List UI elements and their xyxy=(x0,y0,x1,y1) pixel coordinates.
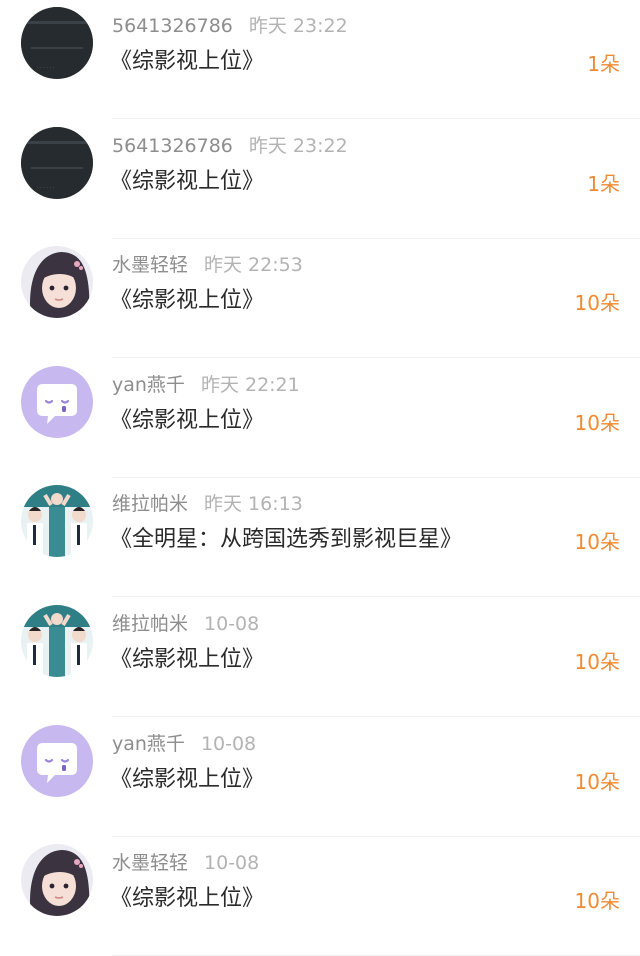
timestamp: 昨天 22:21 xyxy=(200,373,300,396)
book-title[interactable]: 《综影视上位》 xyxy=(110,406,264,436)
gift-record-row[interactable]: yan燕千 10-08 《综影视上位》 10朵 xyxy=(0,718,640,837)
user-name[interactable]: 维拉帕米 xyxy=(112,493,188,515)
book-title[interactable]: 《全明星：从跨国选秀到影视巨星》 xyxy=(110,525,462,555)
flower-count: 10朵 xyxy=(574,291,620,316)
avatar[interactable] xyxy=(21,844,93,917)
book-title[interactable]: 《综影视上位》 xyxy=(110,884,264,914)
flower-count: 10朵 xyxy=(574,889,620,914)
record-meta: yan燕千 10-08 xyxy=(112,731,256,757)
record-meta: yan燕千 昨天 22:21 xyxy=(112,372,300,398)
book-title[interactable]: 《综影视上位》 xyxy=(110,167,264,197)
timestamp: 10-08 xyxy=(204,852,260,875)
user-name[interactable]: 水墨轻轻 xyxy=(112,852,188,874)
flower-count: 10朵 xyxy=(574,769,620,794)
user-name[interactable]: yan燕千 xyxy=(112,733,185,755)
avatar[interactable] xyxy=(21,724,93,797)
avatar[interactable]: · · · · · · xyxy=(21,126,93,199)
avatar[interactable]: · · · · · · xyxy=(21,7,93,79)
gift-record-row[interactable]: · · · · · · 5641326786 昨天 23:22 《综影视上位》 1… xyxy=(0,0,640,119)
gift-record-row[interactable]: 水墨轻轻 10-08 《综影视上位》 10朵 xyxy=(0,837,640,956)
record-meta: 维拉帕米 10-08 xyxy=(112,611,259,637)
gift-record-row[interactable]: yan燕千 昨天 22:21 《综影视上位》 10朵 xyxy=(0,359,640,478)
gift-record-row[interactable]: 维拉帕米 昨天 16:13 《全明星：从跨国选秀到影视巨星》 10朵 xyxy=(0,478,640,598)
timestamp: 昨天 23:22 xyxy=(248,134,348,157)
record-meta: 5641326786 昨天 23:22 xyxy=(112,133,348,159)
flower-count: 1朵 xyxy=(587,171,620,196)
svg-text:· · · · · ·: · · · · · · xyxy=(37,185,55,191)
gift-record-row[interactable]: · · · · · · 5641326786 昨天 23:22 《综影视上位》 1… xyxy=(0,120,640,239)
record-meta: 水墨轻轻 10-08 xyxy=(112,850,259,876)
flower-count: 10朵 xyxy=(574,650,620,674)
svg-text:· · · · · ·: · · · · · · xyxy=(37,65,55,71)
book-title[interactable]: 《综影视上位》 xyxy=(110,47,264,77)
record-meta: 5641326786 昨天 23:22 xyxy=(112,13,348,39)
avatar[interactable] xyxy=(21,246,93,319)
record-meta: 水墨轻轻 昨天 22:53 xyxy=(112,252,303,278)
timestamp: 昨天 22:53 xyxy=(204,254,303,277)
gift-record-list: · · · · · · 5641326786 昨天 23:22 《综影视上位》 1… xyxy=(0,0,640,956)
gift-record-row[interactable]: 水墨轻轻 昨天 22:53 《综影视上位》 10朵 xyxy=(0,239,640,359)
record-meta: 维拉帕米 昨天 16:13 xyxy=(112,491,303,517)
flower-count: 10朵 xyxy=(574,410,620,435)
timestamp: 10-08 xyxy=(200,732,257,755)
user-name[interactable]: 水墨轻轻 xyxy=(112,254,188,276)
user-name[interactable]: yan燕千 xyxy=(112,374,185,396)
gift-record-row[interactable]: 维拉帕米 10-08 《综影视上位》 10朵 xyxy=(0,598,640,717)
timestamp: 昨天 16:13 xyxy=(204,493,303,516)
book-title[interactable]: 《综影视上位》 xyxy=(110,645,264,675)
avatar[interactable] xyxy=(21,605,93,677)
avatar[interactable] xyxy=(21,365,93,438)
user-name[interactable]: 维拉帕米 xyxy=(112,613,188,635)
book-title[interactable]: 《综影视上位》 xyxy=(110,765,264,795)
timestamp: 10-08 xyxy=(204,613,260,635)
book-title[interactable]: 《综影视上位》 xyxy=(110,286,264,316)
timestamp: 昨天 23:22 xyxy=(248,15,348,37)
flower-count: 1朵 xyxy=(587,52,620,76)
avatar[interactable] xyxy=(21,485,93,558)
user-name[interactable]: 5641326786 xyxy=(112,135,233,157)
user-name[interactable]: 5641326786 xyxy=(112,15,233,37)
flower-count: 10朵 xyxy=(574,530,620,555)
